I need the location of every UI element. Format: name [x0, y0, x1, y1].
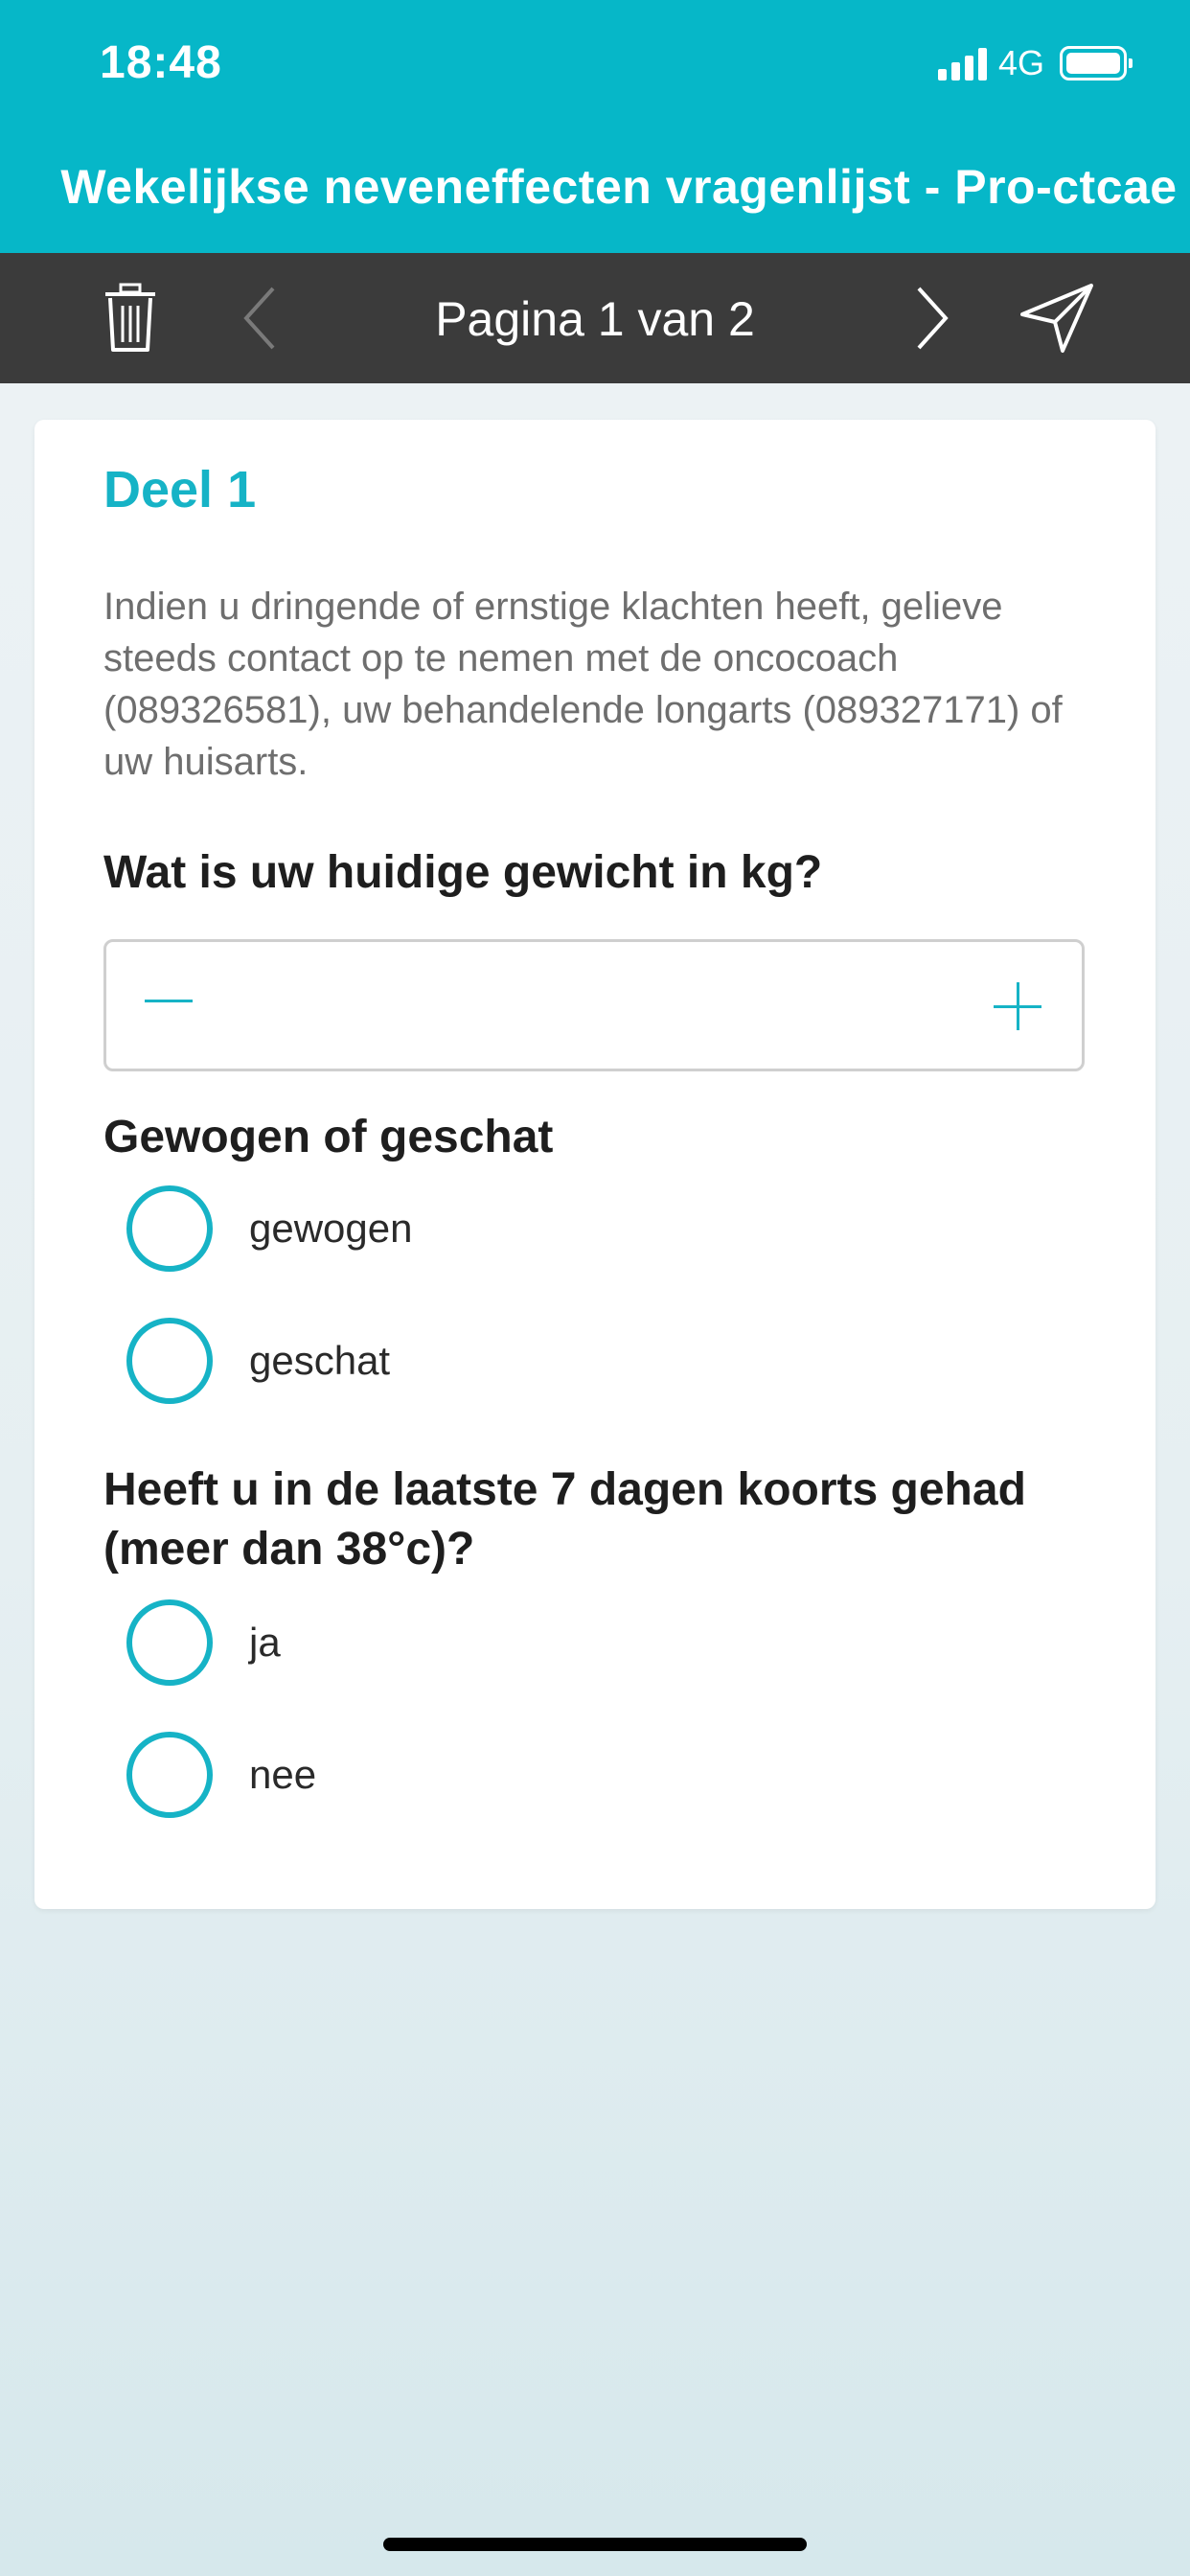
question-weight-label: Wat is uw huidige gewicht in kg? [103, 847, 823, 898]
radio-label: geschat [249, 1338, 391, 1383]
network-type: 4G [997, 43, 1044, 82]
app-header: 18:48 4G Wekelijkse neveneffecten vragen… [0, 0, 1190, 253]
submit-button[interactable] [1016, 274, 1098, 362]
weight-input[interactable] [221, 971, 967, 1040]
questionnaire-toolbar: Pagina 1 van 2 [0, 253, 1190, 383]
radio-button[interactable] [126, 1599, 213, 1686]
radio-option-nee[interactable]: nee [126, 1729, 989, 1821]
radio-label: gewogen [249, 1206, 413, 1251]
send-icon [1020, 284, 1093, 353]
increment-button[interactable] [994, 982, 1041, 1030]
page-indicator: Pagina 1 van 2 [435, 292, 755, 346]
radio-label: nee [249, 1752, 317, 1797]
next-page-button[interactable] [899, 274, 966, 362]
radio-option-geschat[interactable]: geschat [126, 1315, 989, 1407]
radio-label: ja [249, 1620, 281, 1665]
page-title: Wekelijkse neveneffecten vragenlijst - P… [60, 160, 1178, 214]
questionnaire-card: Deel 1 Indien u dringende of ernstige kl… [34, 420, 1156, 1909]
question-fever-label: Heeft u in de laatste 7 dagen koorts geh… [103, 1464, 1026, 1575]
radio-button[interactable] [126, 1732, 213, 1818]
cellular-signal-icon [937, 46, 987, 80]
home-indicator[interactable] [383, 2538, 807, 2551]
status-indicators: 4G [937, 42, 1133, 84]
question-measured-label: Gewogen of geschat [103, 1112, 554, 1162]
radio-button[interactable] [126, 1185, 213, 1272]
decrement-button[interactable] [145, 1000, 193, 1002]
radio-button[interactable] [126, 1318, 213, 1404]
section-title: Deel 1 [103, 461, 257, 518]
chevron-right-icon [917, 287, 949, 350]
intro-text: Indien u dringende of ernstige klachten … [103, 586, 1063, 783]
battery-icon [1060, 46, 1133, 80]
radio-option-ja[interactable]: ja [126, 1597, 989, 1689]
radio-option-gewogen[interactable]: gewogen [126, 1183, 989, 1275]
weight-stepper [103, 939, 1085, 1071]
status-time: 18:48 [100, 37, 222, 88]
